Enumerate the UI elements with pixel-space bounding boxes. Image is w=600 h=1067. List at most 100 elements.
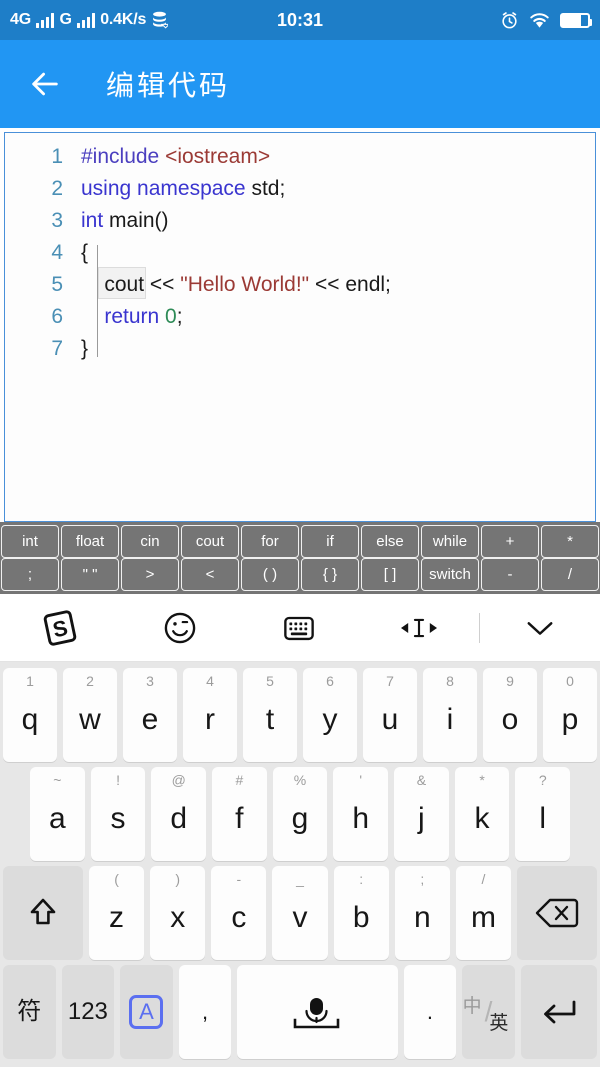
code-snippet-button[interactable]: - [481, 558, 539, 591]
code-token: } [81, 337, 89, 360]
backspace-icon[interactable] [517, 866, 598, 960]
key-r[interactable]: 4r [183, 668, 237, 762]
code-toolbar-row-1: int float cin cout for if else while + * [0, 525, 600, 558]
symbols-key[interactable]: 符 [3, 965, 56, 1059]
chevron-down-icon[interactable] [480, 594, 600, 661]
key-u[interactable]: 7u [363, 668, 417, 762]
key-secondary-label: & [416, 772, 427, 788]
code-text[interactable]: int main() [81, 209, 169, 233]
code-line[interactable]: 3 int main() [5, 209, 595, 241]
key-secondary-label: ' [359, 772, 363, 788]
enter-key[interactable] [520, 965, 598, 1059]
code-line[interactable]: 6 return 0; [5, 305, 595, 337]
keyboard-glyph [284, 616, 315, 640]
key-a[interactable]: ~ a [30, 767, 85, 861]
key-secondary-label: 1 [26, 673, 34, 689]
key-h[interactable]: ' h [333, 767, 389, 861]
code-snippet-button[interactable]: ; [1, 558, 59, 591]
key-x[interactable]: ) x [150, 866, 206, 960]
key-q[interactable]: 1q [3, 668, 57, 762]
code-snippet-button[interactable]: int [1, 525, 59, 558]
key-v[interactable]: _ v [272, 866, 328, 960]
cursor-move-icon[interactable] [359, 594, 479, 661]
code-text[interactable]: cout << "Hello World!" << endl; [81, 273, 391, 297]
code-snippet-button[interactable]: ( ) [241, 558, 299, 591]
code-line[interactable]: 7} [5, 337, 595, 369]
back-arrow-icon[interactable] [28, 67, 62, 101]
key-o[interactable]: 9o [483, 668, 537, 762]
key-e[interactable]: 3e [123, 668, 177, 762]
code-snippet-button[interactable]: for [241, 525, 299, 558]
code-snippet-button[interactable]: * [541, 525, 599, 558]
key-z[interactable]: (z [88, 866, 145, 960]
key-f[interactable]: # f [212, 767, 267, 861]
network-type-label: 4G [10, 11, 31, 28]
code-snippet-button[interactable]: else [361, 525, 419, 558]
symbols-key-label: 符 [17, 998, 42, 1025]
code-line[interactable]: 5 cout << "Hello World!" << endl; [5, 273, 595, 305]
code-snippet-button[interactable]: cout [181, 525, 239, 558]
key-k[interactable]: * k [454, 767, 510, 861]
caps-lock-key[interactable]: A [120, 965, 173, 1059]
code-snippet-button[interactable]: cin [121, 525, 179, 558]
code-token: return [104, 305, 166, 328]
chevron-down-glyph [527, 621, 553, 635]
code-snippet-button[interactable]: switch [421, 558, 479, 591]
code-token: <iostream> [165, 145, 271, 168]
code-snippet-button[interactable]: while [421, 525, 479, 558]
emoji-icon[interactable] [120, 594, 240, 661]
network-type-2-label: G [59, 11, 72, 28]
key-y[interactable]: 6y [303, 668, 357, 762]
code-snippet-button[interactable]: + [481, 525, 539, 558]
numbers-key[interactable]: 123 [61, 965, 115, 1059]
key-w[interactable]: 2w [63, 668, 117, 762]
code-editor[interactable]: 1 #include <iostream> 2 using namespace std… [4, 132, 596, 522]
key-label: f [235, 802, 244, 835]
keyboard-icon[interactable] [240, 594, 360, 661]
code-line[interactable]: 4{ [5, 241, 595, 273]
key-j[interactable]: & j [394, 767, 449, 861]
code-text[interactable]: { [81, 241, 88, 265]
code-snippet-button[interactable]: float [61, 525, 119, 558]
app-header: 编辑代码 [0, 40, 600, 128]
key-d[interactable]: @ d [151, 767, 207, 861]
code-text[interactable]: } [81, 337, 88, 361]
code-snippet-button[interactable]: > [121, 558, 179, 591]
code-line[interactable]: 1 #include <iostream> [5, 145, 595, 177]
key-i[interactable]: 8i [423, 668, 477, 762]
key-m[interactable]: / m [455, 866, 512, 960]
comma-key[interactable]: , [178, 965, 232, 1059]
key-b[interactable]: :b [333, 866, 389, 960]
shift-icon[interactable] [3, 866, 83, 960]
key-c[interactable]: -c [211, 866, 267, 960]
code-snippet-toolbar: int float cin cout for if else while + * ; " " > <( … [0, 522, 600, 594]
code-text[interactable]: #include <iostream> [81, 145, 270, 169]
line-number: 5 [51, 273, 63, 296]
line-number: 2 [51, 177, 63, 200]
code-snippet-button[interactable]: / [541, 558, 599, 591]
code-line[interactable]: 2 using namespace std; [5, 177, 595, 209]
code-text[interactable]: return 0; [81, 305, 182, 329]
language-toggle-key[interactable]: 中 / 英 [462, 965, 515, 1059]
key-label: x [170, 901, 186, 934]
code-token: "Hello World!" [180, 273, 310, 296]
code-snippet-button[interactable]: < [181, 558, 239, 591]
key-n[interactable]: ; n [394, 866, 450, 960]
key-t[interactable]: 5t [243, 668, 297, 762]
space-bar[interactable] [237, 965, 398, 1059]
key-g[interactable]: % g [272, 767, 328, 861]
period-key[interactable]: . [403, 965, 457, 1059]
caps-a-label: A [139, 999, 154, 1024]
code-text[interactable]: using namespace std; [81, 177, 285, 201]
status-bar-left: 4G G 0.4K/s [10, 11, 169, 29]
code-snippet-button[interactable]: if [301, 525, 359, 558]
key-s[interactable]: ! s [90, 767, 146, 861]
key-l[interactable]: ? l [515, 767, 571, 861]
key-p[interactable]: 0p [543, 668, 597, 762]
code-snippet-button[interactable]: " " [61, 558, 119, 591]
sogou-logo-icon[interactable]: S [0, 594, 120, 661]
code-snippet-button[interactable]: [ ] [361, 558, 419, 591]
code-snippet-button[interactable]: { } [301, 558, 359, 591]
key-label: i [446, 703, 454, 736]
